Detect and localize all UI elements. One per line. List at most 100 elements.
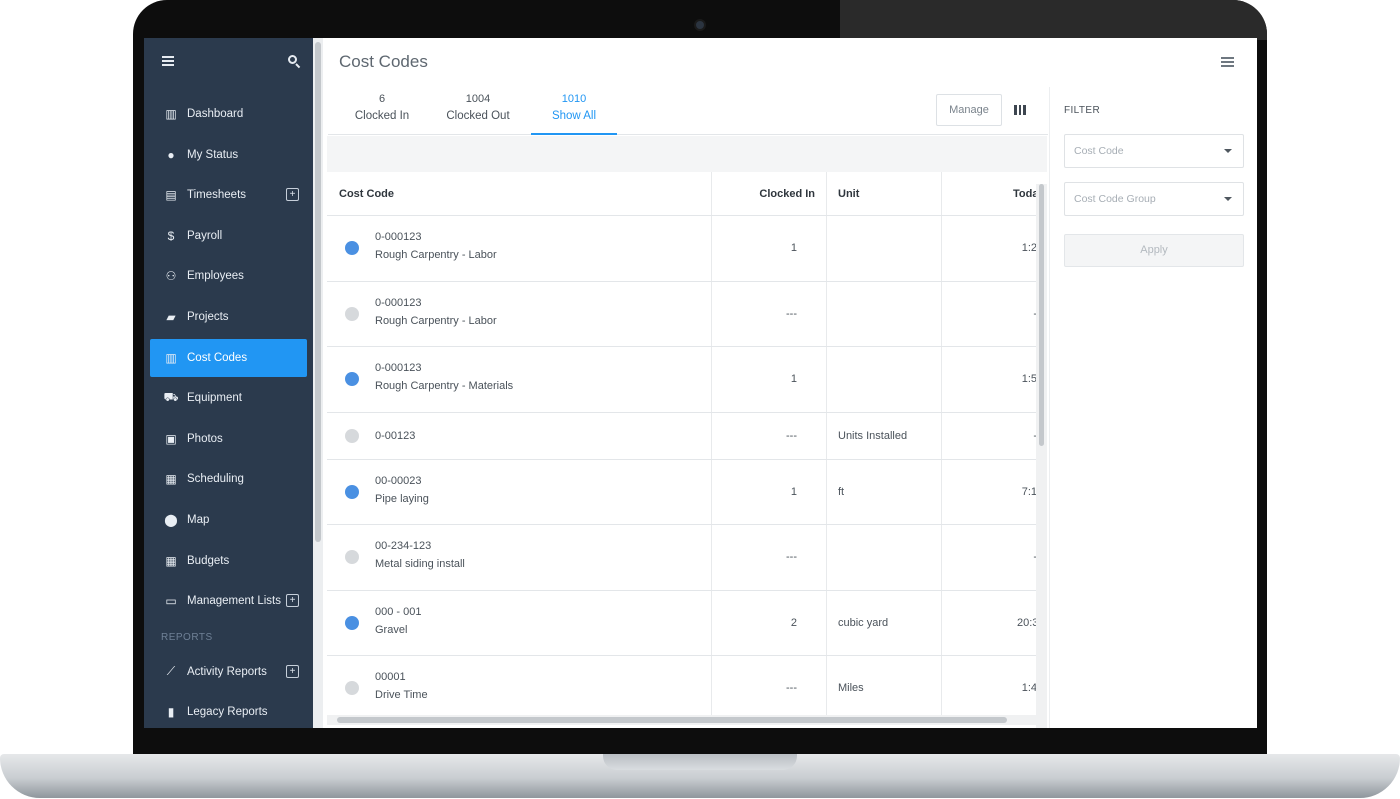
cost-code-select[interactable]: Cost Code: [1064, 134, 1244, 168]
active-tab-indicator: [531, 133, 617, 135]
unit-cell: cubic yard: [838, 616, 889, 629]
column-divider: [941, 347, 942, 412]
list-view-icon[interactable]: [1221, 57, 1234, 68]
sidebar-item-label: Timesheets: [187, 189, 247, 202]
tab-clocked-in[interactable]: 6 Clocked In: [342, 93, 422, 122]
columns-icon[interactable]: [1014, 105, 1027, 115]
column-divider: [826, 172, 827, 215]
status-dot-icon: [345, 241, 359, 256]
sidebar-item-budgets[interactable]: ▦ Budgets: [150, 542, 307, 580]
cost-code-group-select-placeholder: Cost Code Group: [1074, 193, 1156, 205]
caret-down-icon: [1224, 149, 1232, 153]
status-dot-icon: [345, 372, 359, 387]
sidebar-item-equipment[interactable]: ⛟ Equipment: [150, 379, 307, 417]
sidebar-scrollbar[interactable]: [313, 38, 323, 728]
equipment-icon: ⛟: [163, 390, 179, 405]
today-cell: -: [1017, 308, 1037, 320]
sidebar-item-map[interactable]: ⬤ Map: [150, 501, 307, 539]
apply-button[interactable]: Apply: [1064, 234, 1244, 267]
sidebar-item-cost-codes[interactable]: ▥ Cost Codes: [150, 338, 307, 377]
tab-clocked-out[interactable]: 1004 Clocked Out: [436, 93, 520, 122]
column-divider: [826, 281, 827, 346]
caret-down-icon: [1224, 197, 1232, 201]
map-pin-icon: ⬤: [164, 512, 178, 527]
table-vertical-scrollbar[interactable]: [1036, 184, 1047, 728]
table-row[interactable]: 0-00123 --- Units Installed -: [327, 412, 1037, 460]
table-horizontal-scrollbar[interactable]: [327, 715, 1036, 725]
table-row[interactable]: 0-000123 Rough Carpentry - Materials 1 1:5: [327, 347, 1037, 413]
tab-show-all[interactable]: 1010 Show All: [531, 93, 617, 122]
column-header-cost-code[interactable]: Cost Code: [339, 188, 394, 200]
status-dot-icon: [345, 428, 359, 443]
column-divider: [941, 412, 942, 459]
column-header-clocked-in[interactable]: Clocked In: [747, 188, 815, 200]
sidebar-item-label: Budgets: [187, 554, 230, 567]
unit-cell: Miles: [838, 682, 864, 695]
sidebar-item-label: Activity Reports: [187, 665, 267, 678]
clocked-in-cell: ---: [786, 429, 797, 442]
column-divider: [711, 347, 712, 412]
table-row[interactable]: 00001 Drive Time --- Miles 1:4: [327, 656, 1037, 722]
people-icon: ⚇: [165, 269, 177, 284]
sidebar-item-my-status[interactable]: ● My Status: [150, 136, 307, 174]
table-row[interactable]: 0-000123 Rough Carpentry - Labor 1 1:2: [327, 216, 1037, 282]
cost-code-number: 00-234-123: [375, 540, 432, 552]
expand-plus-icon[interactable]: +: [286, 594, 299, 608]
sidebar-item-payroll[interactable]: $ Payroll: [150, 217, 307, 255]
sidebar-item-photos[interactable]: ▣ Photos: [150, 420, 307, 458]
cost-code-group-select[interactable]: Cost Code Group: [1064, 182, 1244, 216]
tab-label: Clocked Out: [446, 110, 510, 122]
status-dot-icon: [345, 306, 359, 321]
sidebar-item-label: Cost Codes: [187, 351, 248, 364]
table-row[interactable]: 00-00023 Pipe laying 1 ft 7:1: [327, 459, 1037, 525]
table-row[interactable]: 0-000123Rough Carpentry - Labor----: [327, 281, 1037, 347]
column-divider: [826, 216, 827, 281]
sidebar-header: [144, 38, 313, 86]
sidebar-item-dashboard[interactable]: ▥ Dashboard: [150, 95, 307, 133]
cost-code-name: Metal siding install: [375, 558, 465, 570]
barcode-icon: ▥: [165, 350, 177, 365]
content-pane: 6 Clocked In 1004 Clocked Out 1010 Show …: [326, 38, 1051, 728]
cost-code-number: 000 - 001: [375, 605, 422, 618]
filter-title: FILTER: [1064, 105, 1101, 116]
laptop-base-notch: [603, 754, 797, 770]
sidebar-item-timesheets[interactable]: ▤ Timesheets +: [150, 176, 307, 214]
clocked-in-cell: 1: [790, 485, 797, 498]
sidebar-scroll-thumb[interactable]: [315, 42, 321, 542]
sidebar-item-activity-reports[interactable]: ⟋ Activity Reports +: [150, 653, 307, 691]
table-row[interactable]: 00-234-123Metal siding install----: [327, 525, 1037, 591]
hamburger-menu-icon[interactable]: [162, 56, 174, 66]
sidebar-item-management-lists[interactable]: ▭ Management Lists +: [150, 582, 307, 620]
cost-code-name: Gravel: [375, 623, 408, 636]
sidebar-item-label: My Status: [187, 148, 239, 161]
cost-code-name: Rough Carpentry - Labor: [375, 249, 497, 261]
column-divider: [941, 172, 942, 215]
manage-button[interactable]: Manage: [936, 94, 1002, 126]
status-dot-icon: [345, 681, 359, 696]
search-icon[interactable]: [288, 55, 301, 69]
sidebar-item-projects[interactable]: ▰ Projects: [150, 298, 307, 336]
expand-plus-icon[interactable]: +: [286, 188, 299, 202]
column-divider: [711, 172, 712, 215]
vertical-scroll-thumb[interactable]: [1039, 184, 1044, 446]
table-row[interactable]: 000 - 001 Gravel 2 cubic yard 20:3: [327, 590, 1037, 656]
cost-code-select-placeholder: Cost Code: [1074, 145, 1124, 157]
horizontal-scroll-thumb[interactable]: [337, 717, 1007, 723]
sidebar-item-legacy-reports[interactable]: ▮ Legacy Reports: [150, 693, 307, 728]
table-header: Cost Code Clocked In Unit Today: [327, 172, 1037, 216]
expand-plus-icon[interactable]: +: [286, 664, 299, 678]
sidebar-item-scheduling[interactable]: ▦ Scheduling: [150, 460, 307, 498]
reports-section-heading: REPORTS: [161, 631, 213, 643]
status-dot-icon: [345, 615, 359, 630]
sidebar-item-label: Payroll: [187, 229, 223, 242]
sidebar-item-label: Legacy Reports: [187, 706, 268, 719]
sidebar-item-employees[interactable]: ⚇ Employees: [150, 257, 307, 295]
column-divider: [826, 459, 827, 524]
status-dot-icon: [345, 484, 359, 499]
today-cell: 20:3: [1017, 616, 1037, 629]
sidebar-item-label: Dashboard: [187, 108, 244, 120]
column-header-today[interactable]: Today: [1013, 188, 1037, 200]
column-divider: [826, 347, 827, 412]
column-header-unit[interactable]: Unit: [838, 188, 859, 200]
tab-count: 1004: [465, 93, 491, 105]
